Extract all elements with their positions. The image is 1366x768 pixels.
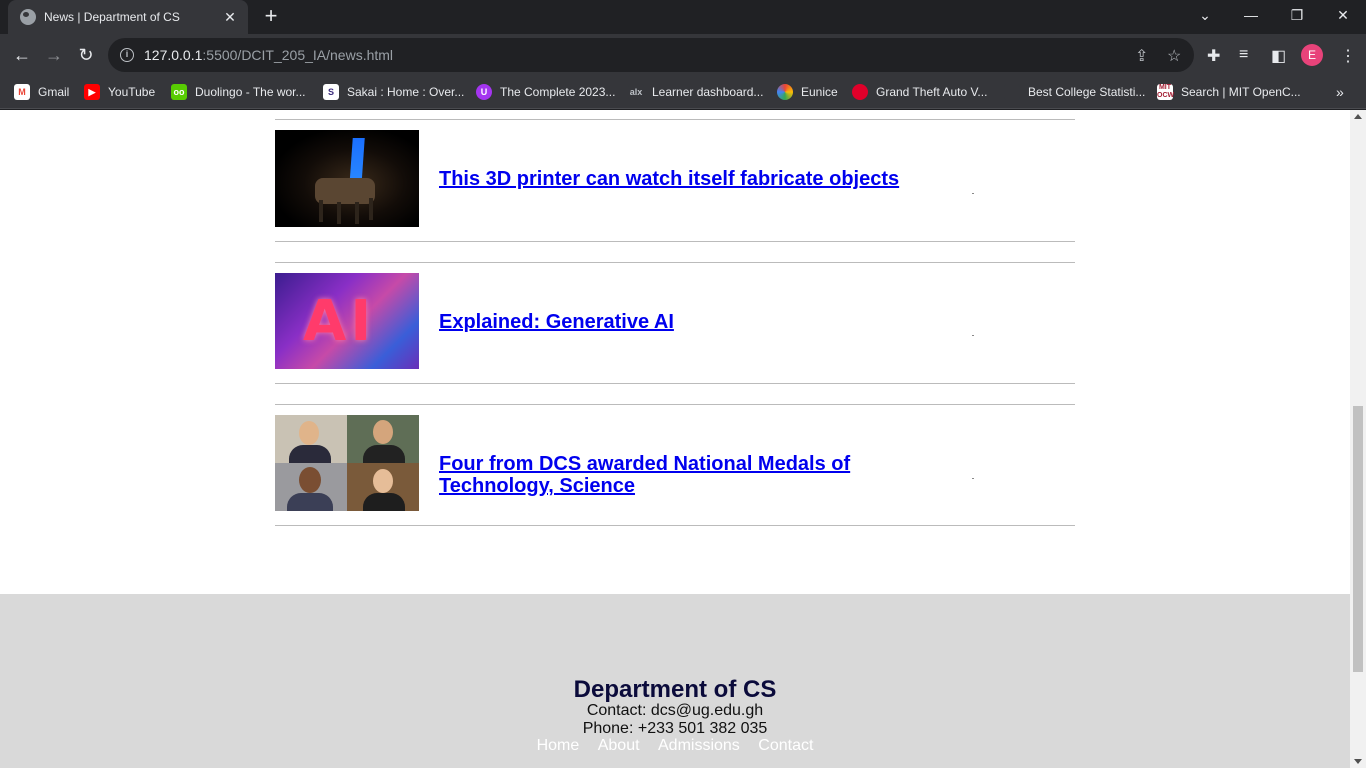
back-button[interactable]: ← (7, 40, 37, 70)
3d-printer-thumbnail[interactable] (275, 130, 419, 227)
browser-toolbar: ← → ↻ i 127.0.0.1:5500/DCIT_205_IA/news.… (0, 34, 1366, 76)
tab-strip: News | Department of CS ✕ + ⌄ — ❐ ✕ (0, 0, 1366, 34)
new-tab-button[interactable]: + (258, 4, 284, 30)
footer-title: Department of CS (573, 676, 777, 703)
news-link[interactable]: Explained: Generative AI (439, 311, 919, 333)
footer-link-contact[interactable]: Contact (758, 737, 813, 754)
minimize-button[interactable]: — (1228, 0, 1274, 30)
tab-search-icon[interactable]: ⌄ (1182, 0, 1228, 30)
tab-title: News | Department of CS (44, 10, 180, 24)
footer-phone: Phone: +233 501 382 035 (582, 720, 768, 737)
bookmarks-bar: M Gmail ▶ YouTube oo Duolingo - The wor... … (0, 76, 1366, 109)
udemy-icon: U (476, 84, 492, 100)
globe-icon (20, 9, 36, 25)
dot-marker (972, 478, 974, 479)
medal-winners-thumbnail[interactable] (275, 415, 419, 511)
more-bookmarks-icon[interactable]: » (1336, 84, 1344, 100)
duolingo-icon: oo (171, 84, 187, 100)
address-bar[interactable]: i 127.0.0.1:5500/DCIT_205_IA/news.html ⇪… (108, 38, 1194, 72)
footer-link-admissions[interactable]: Admissions (658, 737, 740, 754)
bookmark-star-icon[interactable]: ☆ (1167, 46, 1181, 66)
scrollbar-thumb[interactable] (1353, 406, 1363, 672)
news-item: AI Explained: Generative AI (275, 273, 1075, 383)
divider (275, 383, 1075, 384)
generative-ai-thumbnail[interactable]: AI (275, 273, 419, 369)
media-control-icon[interactable]: ≡ (1239, 46, 1248, 64)
url-path: :5500/DCIT_205_IA/news.html (202, 47, 394, 63)
sakai-icon: S (323, 84, 339, 100)
side-panel-icon[interactable]: ◧ (1271, 46, 1286, 66)
mit-ocw-icon: MIT OCW (1157, 84, 1175, 100)
bookmark-gta[interactable]: Grand Theft Auto V... (852, 82, 987, 102)
site-footer: Department of CS Contact: dcs@ug.edu.gh … (0, 594, 1350, 768)
menu-icon[interactable]: ⋮ (1340, 46, 1356, 66)
bookmark-college-stats[interactable]: Best College Statisti... (1004, 82, 1145, 102)
vertical-scrollbar[interactable] (1350, 110, 1366, 768)
gta-icon (852, 84, 868, 100)
news-item: This 3D printer can watch itself fabrica… (275, 130, 1075, 240)
bookmark-sakai[interactable]: S Sakai : Home : Over... (323, 82, 464, 102)
bookmark-eunice[interactable]: Eunice (777, 82, 838, 102)
close-window-button[interactable]: ✕ (1320, 0, 1366, 30)
page-viewport: This 3D printer can watch itself fabrica… (0, 110, 1366, 768)
extensions-icon[interactable]: ✚ (1207, 46, 1220, 66)
bookmark-gmail[interactable]: M Gmail (14, 82, 69, 102)
news-link[interactable]: This 3D printer can watch itself fabrica… (439, 168, 919, 190)
forward-button[interactable]: → (39, 40, 69, 70)
scroll-down-icon[interactable] (1354, 759, 1362, 764)
scroll-up-icon[interactable] (1354, 114, 1362, 119)
bookmark-youtube[interactable]: ▶ YouTube (84, 82, 155, 102)
url-host: 127.0.0.1 (144, 47, 203, 63)
profile-avatar[interactable]: E (1301, 44, 1323, 66)
divider (275, 241, 1075, 242)
bookmark-alx[interactable]: alx Learner dashboard... (628, 82, 763, 102)
divider (275, 119, 1075, 120)
bookmark-mit-ocw[interactable]: MIT OCW Search | MIT OpenC... (1157, 82, 1301, 102)
bookmark-duolingo[interactable]: oo Duolingo - The wor... (171, 82, 306, 102)
gmail-icon: M (14, 84, 30, 100)
bookmark-icon (1004, 84, 1020, 100)
reload-button[interactable]: ↻ (71, 40, 101, 70)
eunice-icon (777, 84, 793, 100)
news-item: Four from DCS awarded National Medals of… (275, 415, 1075, 525)
footer-link-home[interactable]: Home (537, 737, 580, 754)
dot-marker (972, 335, 974, 336)
footer-contact: Contact: dcs@ug.edu.gh (586, 702, 764, 719)
dot-marker (972, 193, 974, 194)
divider (275, 404, 1075, 405)
active-tab[interactable]: News | Department of CS ✕ (8, 0, 248, 34)
alx-icon: alx (628, 84, 644, 100)
divider (275, 525, 1075, 526)
footer-link-about[interactable]: About (598, 737, 640, 754)
youtube-icon: ▶ (84, 84, 100, 100)
footer-nav: Home About Admissions Contact (0, 737, 1350, 755)
restore-button[interactable]: ❐ (1274, 0, 1320, 30)
close-tab-icon[interactable]: ✕ (222, 9, 238, 26)
news-link[interactable]: Four from DCS awarded National Medals of… (439, 453, 919, 497)
share-icon[interactable]: ⇪ (1135, 46, 1148, 66)
bookmark-udemy[interactable]: U The Complete 2023... (476, 82, 615, 102)
divider (275, 262, 1075, 263)
site-info-icon[interactable]: i (120, 48, 134, 62)
